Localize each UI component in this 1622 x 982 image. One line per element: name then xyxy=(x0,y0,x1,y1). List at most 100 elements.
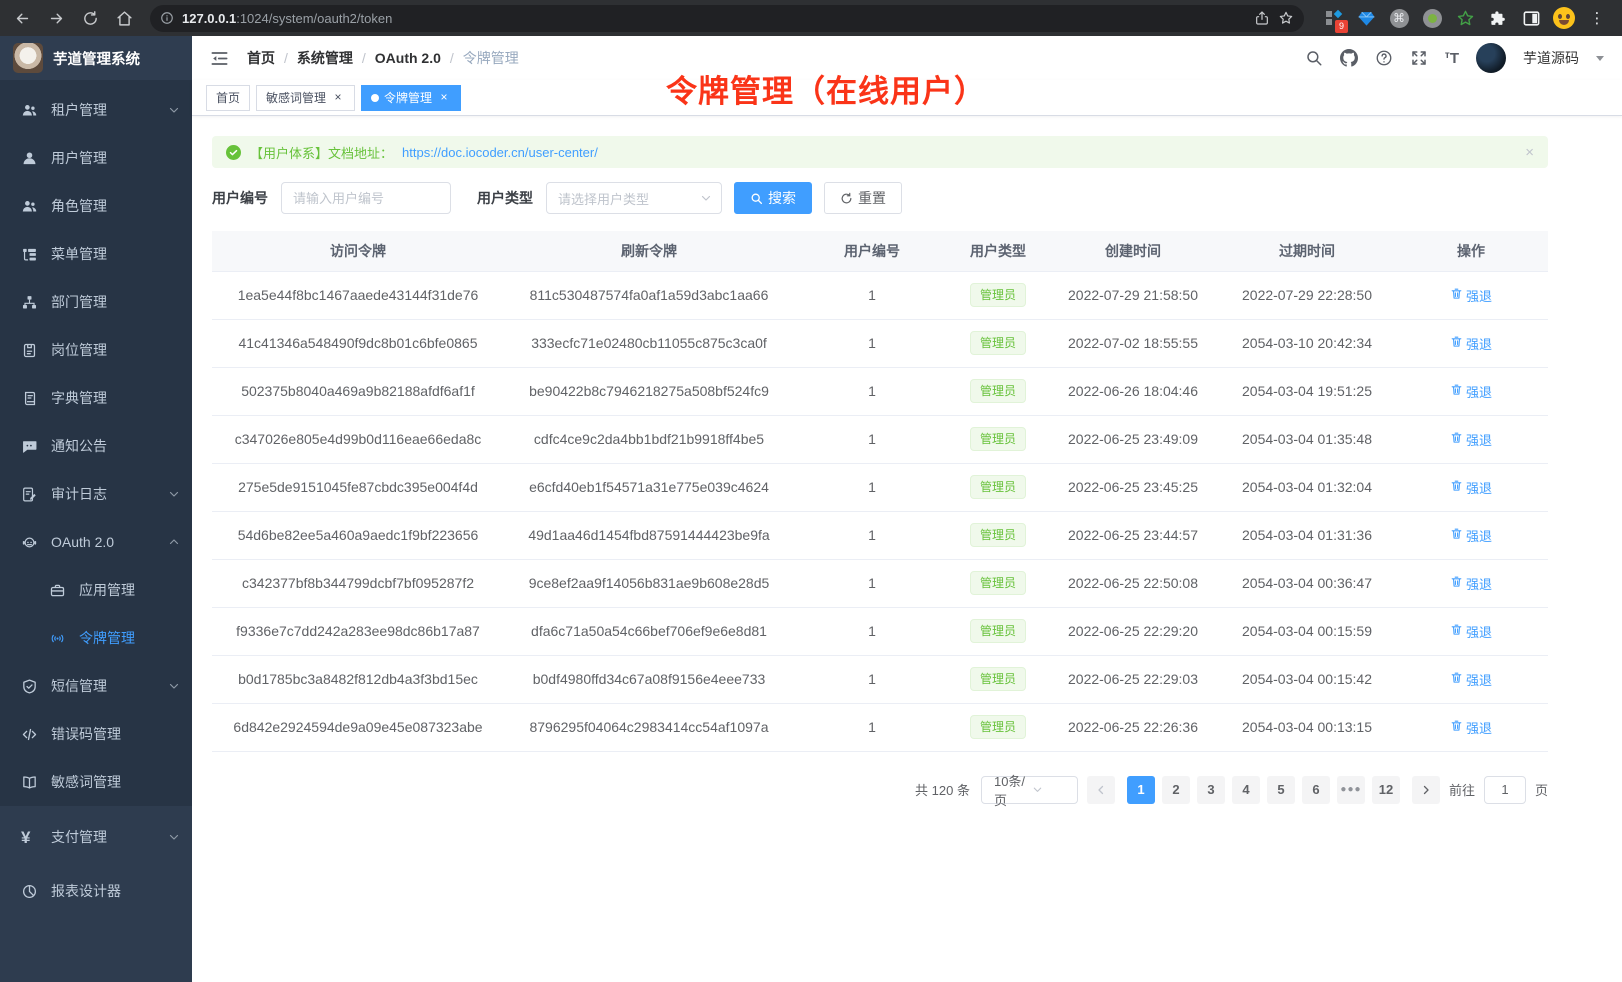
refresh-token-cell: be90422b8c7946218275a508bf524fc9 xyxy=(504,367,794,415)
sidebar-item[interactable]: 岗位管理 xyxy=(0,326,192,374)
sidebar-item[interactable]: 审计日志 xyxy=(0,470,192,518)
sidebar-item[interactable]: 通知公告 xyxy=(0,422,192,470)
user-id-label: 用户编号 xyxy=(212,188,268,208)
profile-avatar-icon[interactable] xyxy=(1553,7,1575,29)
yen-icon: ¥ xyxy=(21,829,38,846)
tab-home[interactable]: 首页 xyxy=(206,85,250,111)
tab-sensitive-words[interactable]: 敏感词管理× xyxy=(256,85,355,111)
column-header: 用户类型 xyxy=(950,231,1046,271)
token-table-body: 1ea5e44f8bc1467aaede43144f31de76811c5304… xyxy=(212,271,1548,751)
badge-icon xyxy=(21,342,38,359)
sidebar-item[interactable]: 租户管理 xyxy=(0,86,192,134)
sidebar-item[interactable]: 令牌管理 xyxy=(0,614,192,662)
fullscreen-icon[interactable] xyxy=(1410,49,1428,67)
user-avatar[interactable] xyxy=(1476,43,1506,73)
sidebar-menu-top: 租户管理用户管理角色管理菜单管理部门管理岗位管理字典管理通知公告审计日志OAut… xyxy=(0,80,192,806)
sidebar-item[interactable]: 角色管理 xyxy=(0,182,192,230)
alert-close-icon[interactable]: × xyxy=(1525,144,1534,161)
sidebar-item[interactable]: 错误码管理 xyxy=(0,710,192,758)
force-logout-button[interactable]: 强退 xyxy=(1450,430,1492,449)
sidebar-item[interactable]: 报表设计器 xyxy=(0,864,192,918)
close-icon[interactable]: × xyxy=(437,91,451,105)
goto-page-input[interactable] xyxy=(1484,776,1526,804)
sidebar-item[interactable]: 应用管理 xyxy=(0,566,192,614)
page-button[interactable]: 1 xyxy=(1127,776,1155,804)
user-type-select[interactable]: 请选择用户类型 xyxy=(546,182,722,214)
column-header: 访问令牌 xyxy=(212,231,504,271)
close-icon[interactable]: × xyxy=(331,91,345,105)
force-logout-button[interactable]: 强退 xyxy=(1450,670,1492,689)
extension-command-icon[interactable]: ⌘ xyxy=(1388,7,1410,29)
split-view-icon[interactable] xyxy=(1520,7,1542,29)
sidebar-fold-icon[interactable] xyxy=(210,49,229,68)
create-time-cell: 2022-06-25 23:44:57 xyxy=(1046,511,1220,559)
reset-button[interactable]: 重置 xyxy=(824,182,902,214)
force-logout-button[interactable]: 强退 xyxy=(1450,622,1492,641)
sidebar-item[interactable]: 部门管理 xyxy=(0,278,192,326)
search-button[interactable]: 搜索 xyxy=(734,182,812,214)
force-logout-button[interactable]: 强退 xyxy=(1450,718,1492,737)
force-logout-button[interactable]: 强退 xyxy=(1450,574,1492,593)
chevron-down-icon[interactable] xyxy=(1596,56,1604,65)
browser-forward-icon[interactable] xyxy=(42,4,70,32)
page-button[interactable]: 4 xyxy=(1232,776,1260,804)
extension-record-icon[interactable] xyxy=(1421,7,1443,29)
pager-more-button[interactable]: ●●● xyxy=(1337,776,1365,804)
address-bar[interactable]: 127.0.0.1:1024/system/oauth2/token xyxy=(150,5,1304,32)
bookmark-star-icon[interactable] xyxy=(1278,10,1294,26)
users-icon xyxy=(21,198,38,215)
expire-time-cell: 2022-07-29 22:28:50 xyxy=(1220,271,1394,319)
browser-home-icon[interactable] xyxy=(110,4,138,32)
sidebar-item[interactable]: OAuth 2.0 xyxy=(0,518,192,566)
force-logout-button[interactable]: 强退 xyxy=(1450,478,1492,497)
sidebar-item[interactable]: 敏感词管理 xyxy=(0,758,192,806)
sidebar-item[interactable]: 用户管理 xyxy=(0,134,192,182)
font-size-icon[interactable]: тT xyxy=(1445,50,1459,67)
create-time-cell: 2022-06-25 23:49:09 xyxy=(1046,415,1220,463)
force-logout-button[interactable]: 强退 xyxy=(1450,286,1492,305)
sidebar-item-label: 通知公告 xyxy=(51,436,180,456)
next-page-button[interactable] xyxy=(1412,776,1440,804)
sidebar-item[interactable]: 字典管理 xyxy=(0,374,192,422)
share-icon[interactable] xyxy=(1254,10,1270,26)
browser-back-icon[interactable] xyxy=(8,4,36,32)
expire-time-cell: 2054-03-04 00:15:59 xyxy=(1220,607,1394,655)
force-logout-button[interactable]: 强退 xyxy=(1450,526,1492,545)
force-logout-button[interactable]: 强退 xyxy=(1450,334,1492,353)
user-id-input[interactable] xyxy=(281,182,451,214)
extension-puzzle-icon[interactable] xyxy=(1487,7,1509,29)
user-type-cell: 管理员 xyxy=(950,607,1046,655)
doc-link[interactable]: https://doc.iocoder.cn/user-center/ xyxy=(402,145,598,160)
user-type-badge: 管理员 xyxy=(970,715,1026,739)
breadcrumb-system[interactable]: 系统管理 xyxy=(297,48,353,68)
action-cell: 强退 xyxy=(1394,415,1548,463)
prev-page-button[interactable] xyxy=(1087,776,1115,804)
search-icon[interactable] xyxy=(1305,49,1323,67)
browser-menu-icon[interactable]: ⋮ xyxy=(1586,7,1608,29)
extension-gem-icon[interactable] xyxy=(1355,7,1377,29)
refresh-token-cell: 811c530487574fa0af1a59d3abc1aa66 xyxy=(504,271,794,319)
force-logout-button[interactable]: 强退 xyxy=(1450,382,1492,401)
page-button[interactable]: 5 xyxy=(1267,776,1295,804)
user-type-badge: 管理员 xyxy=(970,379,1026,403)
help-icon[interactable] xyxy=(1375,49,1393,67)
breadcrumb-oauth[interactable]: OAuth 2.0 xyxy=(375,50,441,66)
github-icon[interactable] xyxy=(1340,49,1358,67)
page-size-select[interactable]: 10条/页 xyxy=(981,776,1078,804)
breadcrumb-current: 令牌管理 xyxy=(463,48,519,68)
page-button[interactable]: 2 xyxy=(1162,776,1190,804)
extension-star-icon[interactable] xyxy=(1454,7,1476,29)
page-button[interactable]: 12 xyxy=(1372,776,1400,804)
username[interactable]: 芋道源码 xyxy=(1523,48,1579,68)
site-info-icon[interactable] xyxy=(160,11,174,25)
sidebar-item[interactable]: 短信管理 xyxy=(0,662,192,710)
sidebar-item[interactable]: 菜单管理 xyxy=(0,230,192,278)
tab-token-management[interactable]: 令牌管理× xyxy=(361,85,461,111)
extension-grid-icon[interactable]: 9 xyxy=(1322,7,1344,29)
page-button[interactable]: 6 xyxy=(1302,776,1330,804)
sidebar-item[interactable]: ¥支付管理 xyxy=(0,810,192,864)
breadcrumb-home[interactable]: 首页 xyxy=(247,48,275,68)
page-button[interactable]: 3 xyxy=(1197,776,1225,804)
app-logo[interactable]: 芋道管理系统 xyxy=(0,36,192,80)
browser-reload-icon[interactable] xyxy=(76,4,104,32)
